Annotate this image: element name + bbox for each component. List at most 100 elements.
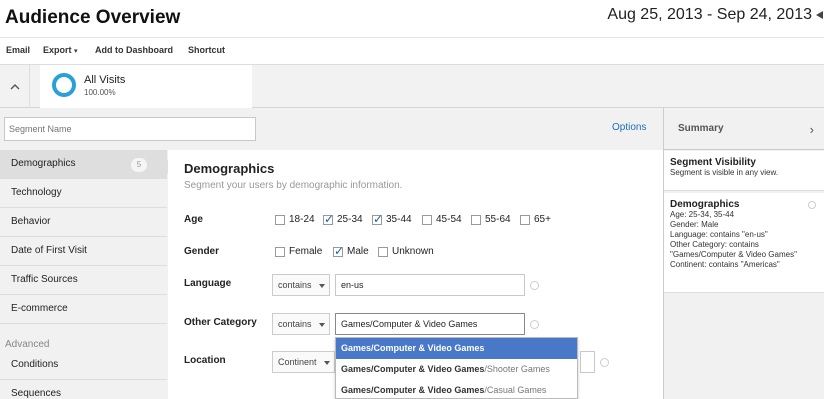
summary-line: Gender: Male (670, 220, 719, 229)
sidebar-item-date-of-first-visit[interactable]: Date of First Visit (0, 237, 167, 266)
add-to-dashboard-button[interactable]: Add to Dashboard (95, 45, 173, 55)
chevron-right-icon: › (809, 122, 814, 137)
sidebar-item-technology[interactable]: Technology (0, 179, 167, 208)
location-value-input[interactable] (580, 351, 595, 373)
remove-condition-icon[interactable] (530, 281, 539, 290)
sidebar-item-label: Demographics (11, 158, 76, 169)
summary-title: Summary (678, 123, 724, 134)
option-match: Games/Computer & Video Games (341, 343, 485, 353)
age-45-54-checkbox[interactable] (422, 215, 432, 225)
report-toolbar: Email Export ▾ Add to Dashboard Shortcut (0, 38, 824, 64)
age-option-label: 65+ (534, 214, 551, 225)
summary-line: Language: contains "en-us" (670, 230, 768, 239)
autocomplete-option[interactable]: Games/Computer & Video Games/Casual Game… (336, 380, 577, 398)
section-subtitle: Segment your users by demographic inform… (184, 180, 403, 191)
gender-option-label: Unknown (392, 246, 434, 257)
date-range-picker[interactable]: Aug 25, 2013 - Sep 24, 2013 (607, 6, 812, 24)
age-option-label: 55-64 (485, 214, 511, 225)
sidebar-item-behavior[interactable]: Behavior (0, 208, 167, 237)
age-option-label: 25-34 (337, 214, 363, 225)
summary-visibility: Segment Visibility Segment is visible in… (664, 151, 824, 191)
age-option-label: 35-44 (386, 214, 412, 225)
language-label: Language (184, 278, 232, 289)
option-rest: /Casual Games (484, 385, 547, 395)
segment-name-input[interactable] (4, 117, 256, 141)
sidebar-item-label: E-commerce (11, 303, 68, 314)
other-category-value-input[interactable]: Games/Computer & Video Games (335, 313, 525, 335)
gender-unknown-checkbox[interactable] (378, 247, 388, 257)
sidebar-item-label: Behavior (11, 216, 51, 227)
segment-ring-icon (52, 73, 76, 97)
other-category-label: Other Category (184, 317, 257, 328)
sidebar-item-label: Conditions (11, 359, 59, 370)
collapse-segments-button[interactable] (0, 65, 30, 108)
remove-summary-icon[interactable] (808, 201, 816, 209)
chevron-down-icon (319, 323, 325, 327)
segment-card[interactable]: All Visits 100.00% (40, 65, 252, 108)
page-title: Audience Overview (5, 7, 181, 28)
segment-strip: All Visits 100.00% (0, 64, 824, 108)
export-label: Export (43, 45, 72, 55)
operator-value: contains (278, 280, 312, 290)
dimension-value: Continent (278, 357, 317, 367)
date-dropdown-icon[interactable] (814, 8, 824, 22)
remove-condition-icon[interactable] (600, 358, 609, 367)
autocomplete-dropdown: Games/Computer & Video Games Games/Compu… (335, 337, 578, 399)
options-link[interactable]: Options (612, 122, 646, 133)
sidebar-item-label: Sequences (11, 388, 62, 399)
segment-percent: 100.00% (84, 88, 116, 97)
age-18-24-checkbox[interactable] (275, 215, 285, 225)
count-badge: 5 (131, 158, 147, 172)
summary-line: Other Category: contains "Games/Computer… (670, 240, 797, 259)
summary-line: Age: 25-34, 35-44 (670, 210, 735, 219)
gender-female-checkbox[interactable] (275, 247, 285, 257)
summary-panel: Summary › Segment Visibility Segment is … (664, 108, 824, 399)
sidebar-item-label: Technology (11, 187, 62, 198)
location-label: Location (184, 355, 226, 366)
email-button[interactable]: Email (6, 45, 30, 55)
section-title: Demographics (184, 161, 275, 176)
sidebar-item-sequences[interactable]: Sequences (0, 380, 167, 399)
sidebar-item-demographics[interactable]: Demographics 5 (0, 150, 167, 179)
age-25-34-checkbox[interactable] (323, 212, 334, 226)
remove-condition-icon[interactable] (530, 320, 539, 329)
sidebar-item-traffic-sources[interactable]: Traffic Sources (0, 266, 167, 295)
location-dimension-select[interactable]: Continent (272, 351, 335, 373)
language-value-input[interactable]: en-us (335, 274, 525, 296)
segment-name: All Visits (84, 74, 126, 86)
export-button[interactable]: Export ▾ (43, 45, 78, 55)
language-operator-select[interactable]: contains (272, 274, 330, 296)
summary-line: Segment is visible in any view. (670, 168, 779, 177)
age-option-label: 18-24 (289, 214, 315, 225)
operator-value: contains (278, 319, 312, 329)
autocomplete-option[interactable]: Games/Computer & Video Games/Shooter Gam… (336, 359, 577, 380)
chevron-down-icon (324, 361, 330, 365)
age-option-label: 45-54 (436, 214, 462, 225)
summary-line: Continent: contains "Americas" (670, 260, 780, 269)
chevron-up-icon (10, 84, 19, 90)
age-65-plus-checkbox[interactable] (520, 215, 530, 225)
gender-label: Gender (184, 246, 220, 257)
gender-option-label: Female (289, 246, 323, 257)
sidebar-item-label: Traffic Sources (11, 274, 78, 285)
option-match: Games/Computer & Video Games (341, 385, 485, 395)
summary-header[interactable]: Summary › (664, 108, 824, 150)
sidebar-item-ecommerce[interactable]: E-commerce (0, 295, 167, 324)
autocomplete-option[interactable]: Games/Computer & Video Games (336, 338, 577, 359)
chevron-down-icon: ▾ (74, 48, 78, 55)
sidebar-item-conditions[interactable]: Conditions (0, 351, 167, 380)
shortcut-button[interactable]: Shortcut (188, 45, 225, 55)
report-header: Audience Overview Aug 25, 2013 - Sep 24,… (0, 0, 824, 38)
summary-heading: Segment Visibility (670, 157, 756, 168)
chevron-down-icon (319, 284, 325, 288)
other-category-operator-select[interactable]: contains (272, 313, 330, 335)
gender-male-checkbox[interactable] (333, 244, 344, 258)
age-label: Age (184, 214, 203, 225)
summary-demographics: Demographics Age: 25-34, 35-44 Gender: M… (664, 193, 824, 293)
option-rest: /Shooter Games (484, 364, 550, 374)
sidebar-item-label: Date of First Visit (11, 245, 87, 256)
advanced-section-label: Advanced (5, 339, 50, 350)
age-55-64-checkbox[interactable] (471, 215, 481, 225)
builder-sidebar: Demographics 5 Technology Behavior Date … (0, 150, 167, 399)
age-35-44-checkbox[interactable] (372, 212, 383, 226)
